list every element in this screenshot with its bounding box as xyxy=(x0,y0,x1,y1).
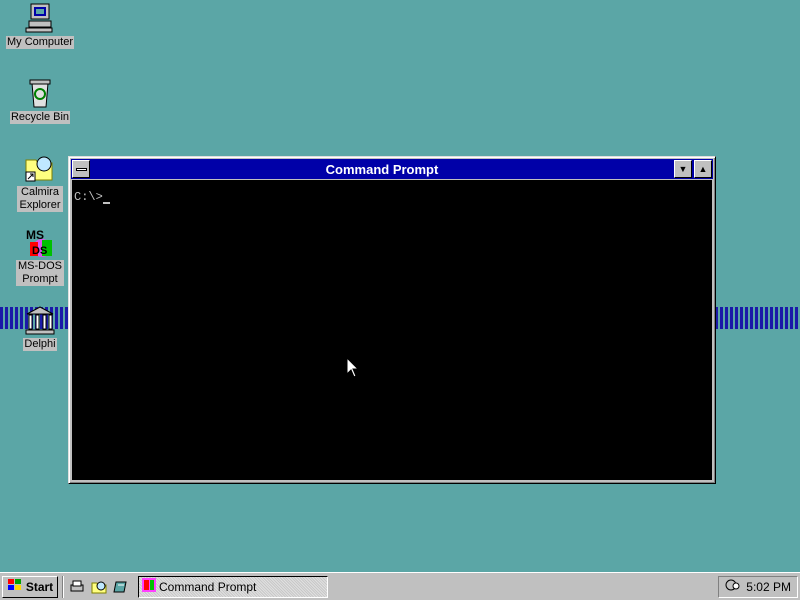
quicklaunch-explorer-icon[interactable] xyxy=(90,578,108,596)
text-cursor xyxy=(102,192,110,204)
quicklaunch-printer-icon[interactable] xyxy=(68,578,86,596)
start-button[interactable]: Start xyxy=(2,575,58,598)
desktop-icon-my-computer[interactable]: My Computer xyxy=(4,2,76,49)
desktop-icon-ms-dos-prompt[interactable]: MS DS MS-DOS Prompt xyxy=(4,226,76,286)
computer-icon xyxy=(24,2,56,34)
desktop-icon-recycle-bin[interactable]: Recycle Bin xyxy=(4,77,76,124)
task-label: Command Prompt xyxy=(159,579,257,594)
recycle-bin-icon xyxy=(24,77,56,109)
console-area[interactable]: C:\> xyxy=(72,180,712,480)
taskbar: Start Command Prompt 5:02 PM xyxy=(0,572,800,600)
quicklaunch-app-icon[interactable] xyxy=(112,578,130,596)
delphi-temple-icon xyxy=(24,304,56,336)
window-titlebar[interactable]: Command Prompt ▼ ▲ xyxy=(71,159,713,179)
command-prompt-window[interactable]: Command Prompt ▼ ▲ C:\> xyxy=(68,156,716,484)
command-prompt-text: C:\> xyxy=(74,190,103,204)
desktop-icon-delphi[interactable]: Delphi xyxy=(4,304,76,351)
desktop-icon-label: Calmira Explorer xyxy=(17,186,63,212)
system-menu-button[interactable] xyxy=(72,160,90,178)
windows-logo-icon xyxy=(7,578,23,595)
desktop-icon-label: Recycle Bin xyxy=(9,111,71,124)
desktop-icon-label: My Computer xyxy=(5,36,75,49)
window-title: Command Prompt xyxy=(325,161,439,177)
maximize-icon: ▲ xyxy=(698,163,708,174)
minimize-button[interactable]: ▼ xyxy=(674,160,692,178)
desktop-icon-label: Delphi xyxy=(23,338,57,351)
desktop-icon-calmira-explorer[interactable]: Calmira Explorer xyxy=(4,152,76,212)
clock[interactable]: 5:02 PM xyxy=(746,580,791,594)
maximize-button[interactable]: ▲ xyxy=(694,160,712,178)
system-menu-icon xyxy=(75,167,87,171)
taskbar-separator xyxy=(62,575,64,598)
desktop-icon-label: MS-DOS Prompt xyxy=(16,260,64,286)
ms-dos-small-icon xyxy=(142,578,156,595)
system-tray: 5:02 PM xyxy=(718,575,798,598)
tray-app-icon[interactable] xyxy=(725,578,741,595)
folder-magnifier-icon xyxy=(24,152,56,184)
taskbar-button-command-prompt[interactable]: Command Prompt xyxy=(138,575,328,598)
svg-text:DS: DS xyxy=(32,245,47,257)
start-label: Start xyxy=(25,579,54,594)
mouse-pointer-icon xyxy=(346,357,360,378)
minimize-icon: ▼ xyxy=(678,163,688,174)
ms-dos-icon: MS DS xyxy=(24,226,56,258)
